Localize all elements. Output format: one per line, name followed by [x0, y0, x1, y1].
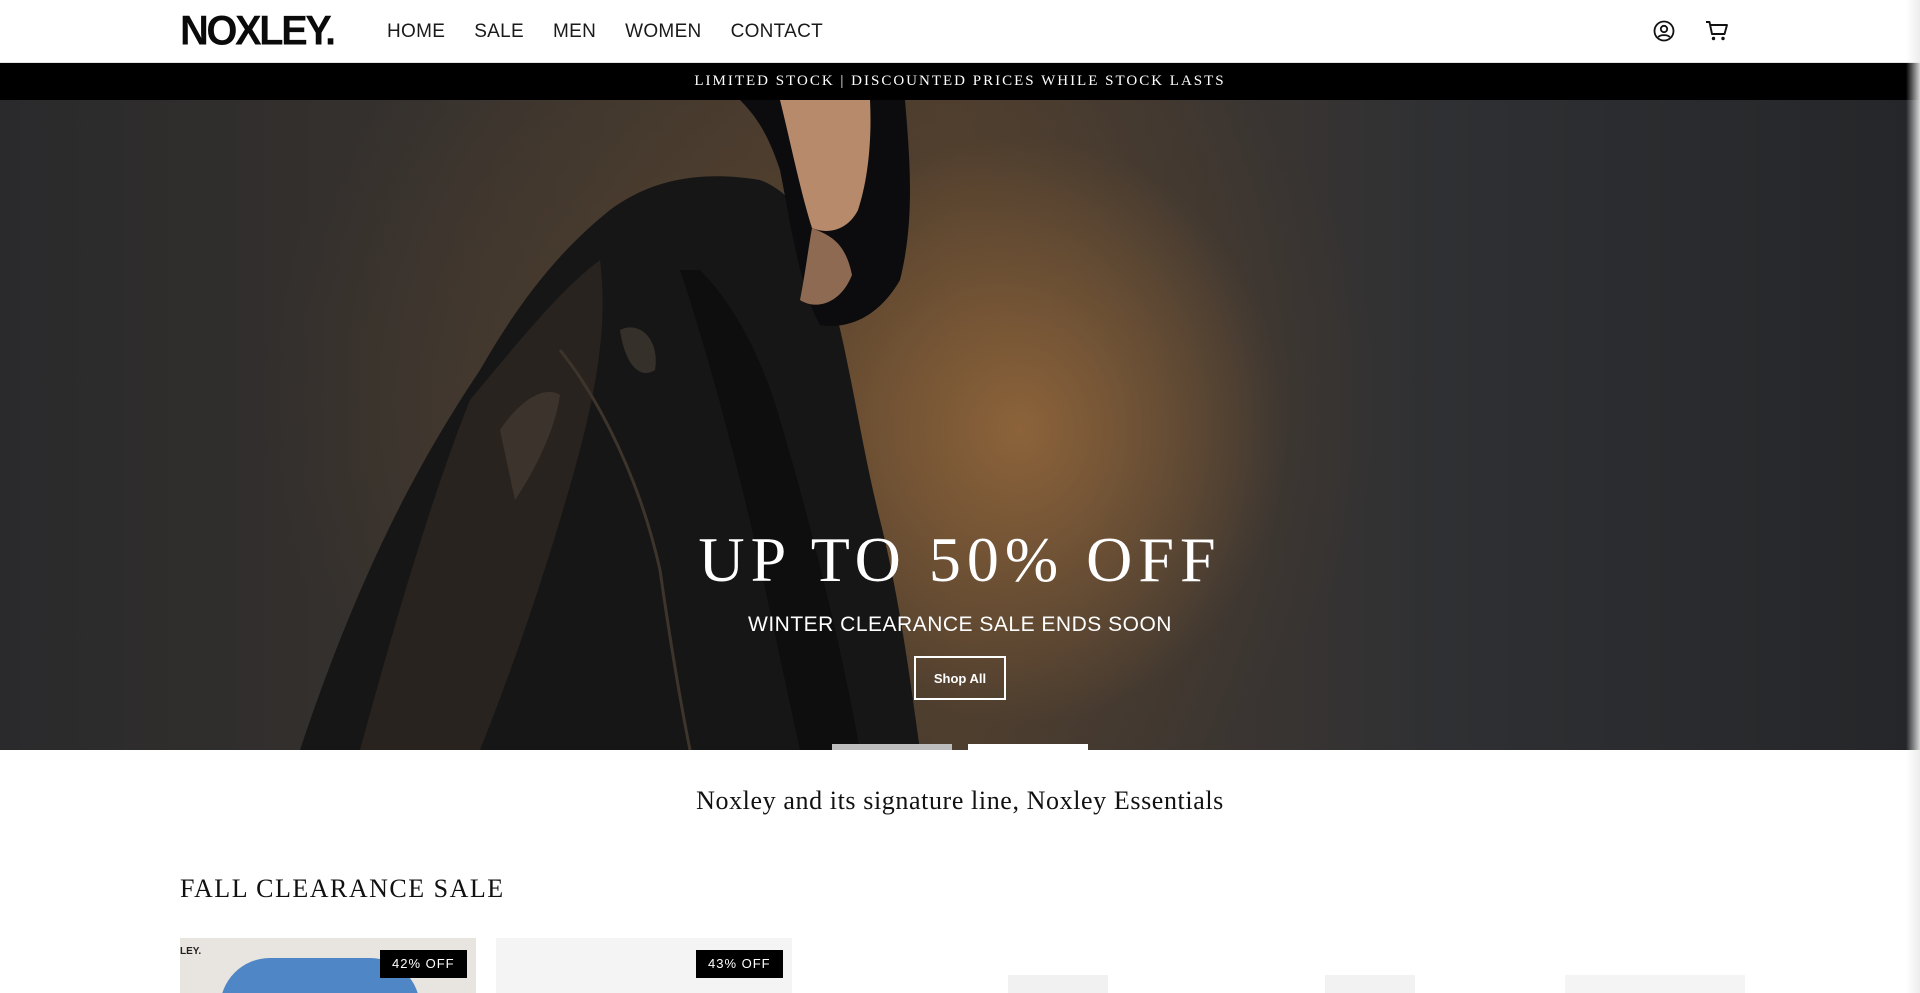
scroll-edge	[1906, 0, 1920, 993]
hero-model-image	[300, 100, 920, 750]
product-card-image[interactable]	[1008, 975, 1108, 993]
discount-badge: 42% OFF	[380, 950, 467, 978]
nav-home[interactable]: HOME	[387, 20, 445, 44]
main-nav: HOME SALE MEN WOMEN CONTACT	[387, 20, 852, 44]
brand-logo[interactable]: NOXLEY.	[180, 9, 336, 53]
brand-tagline: Noxley and its signature line, Noxley Es…	[696, 786, 1224, 815]
slide-indicator-2[interactable]	[968, 744, 1088, 750]
nav-sale[interactable]: SALE	[474, 20, 524, 44]
nav-contact[interactable]: CONTACT	[731, 20, 824, 44]
section-title: FALL CLEARANCE SALE	[180, 874, 505, 903]
hero-title: UP TO 50% OFF	[698, 524, 1222, 595]
product-card-image[interactable]	[1325, 975, 1415, 993]
hero-banner: UP TO 50% OFF WINTER CLEARANCE SALE ENDS…	[0, 100, 1920, 750]
nav-women[interactable]: WOMEN	[625, 20, 701, 44]
shop-all-button[interactable]: Shop All	[914, 656, 1006, 700]
site-header: NOXLEY. HOME SALE MEN WOMEN CONTACT	[0, 0, 1920, 63]
slide-indicator-1[interactable]	[832, 744, 952, 750]
account-icon[interactable]	[1651, 18, 1677, 44]
product-card-image[interactable]	[1565, 975, 1745, 993]
header-actions	[1651, 18, 1730, 44]
nav-men[interactable]: MEN	[553, 20, 596, 44]
product-brand-mark: LEY.	[180, 946, 202, 957]
announcement-bar: LIMITED STOCK | DISCOUNTED PRICES WHILE …	[0, 63, 1920, 100]
cart-icon[interactable]	[1704, 18, 1730, 44]
discount-badge: 43% OFF	[696, 950, 783, 978]
hero-subtitle: WINTER CLEARANCE SALE ENDS SOON	[748, 613, 1172, 636]
